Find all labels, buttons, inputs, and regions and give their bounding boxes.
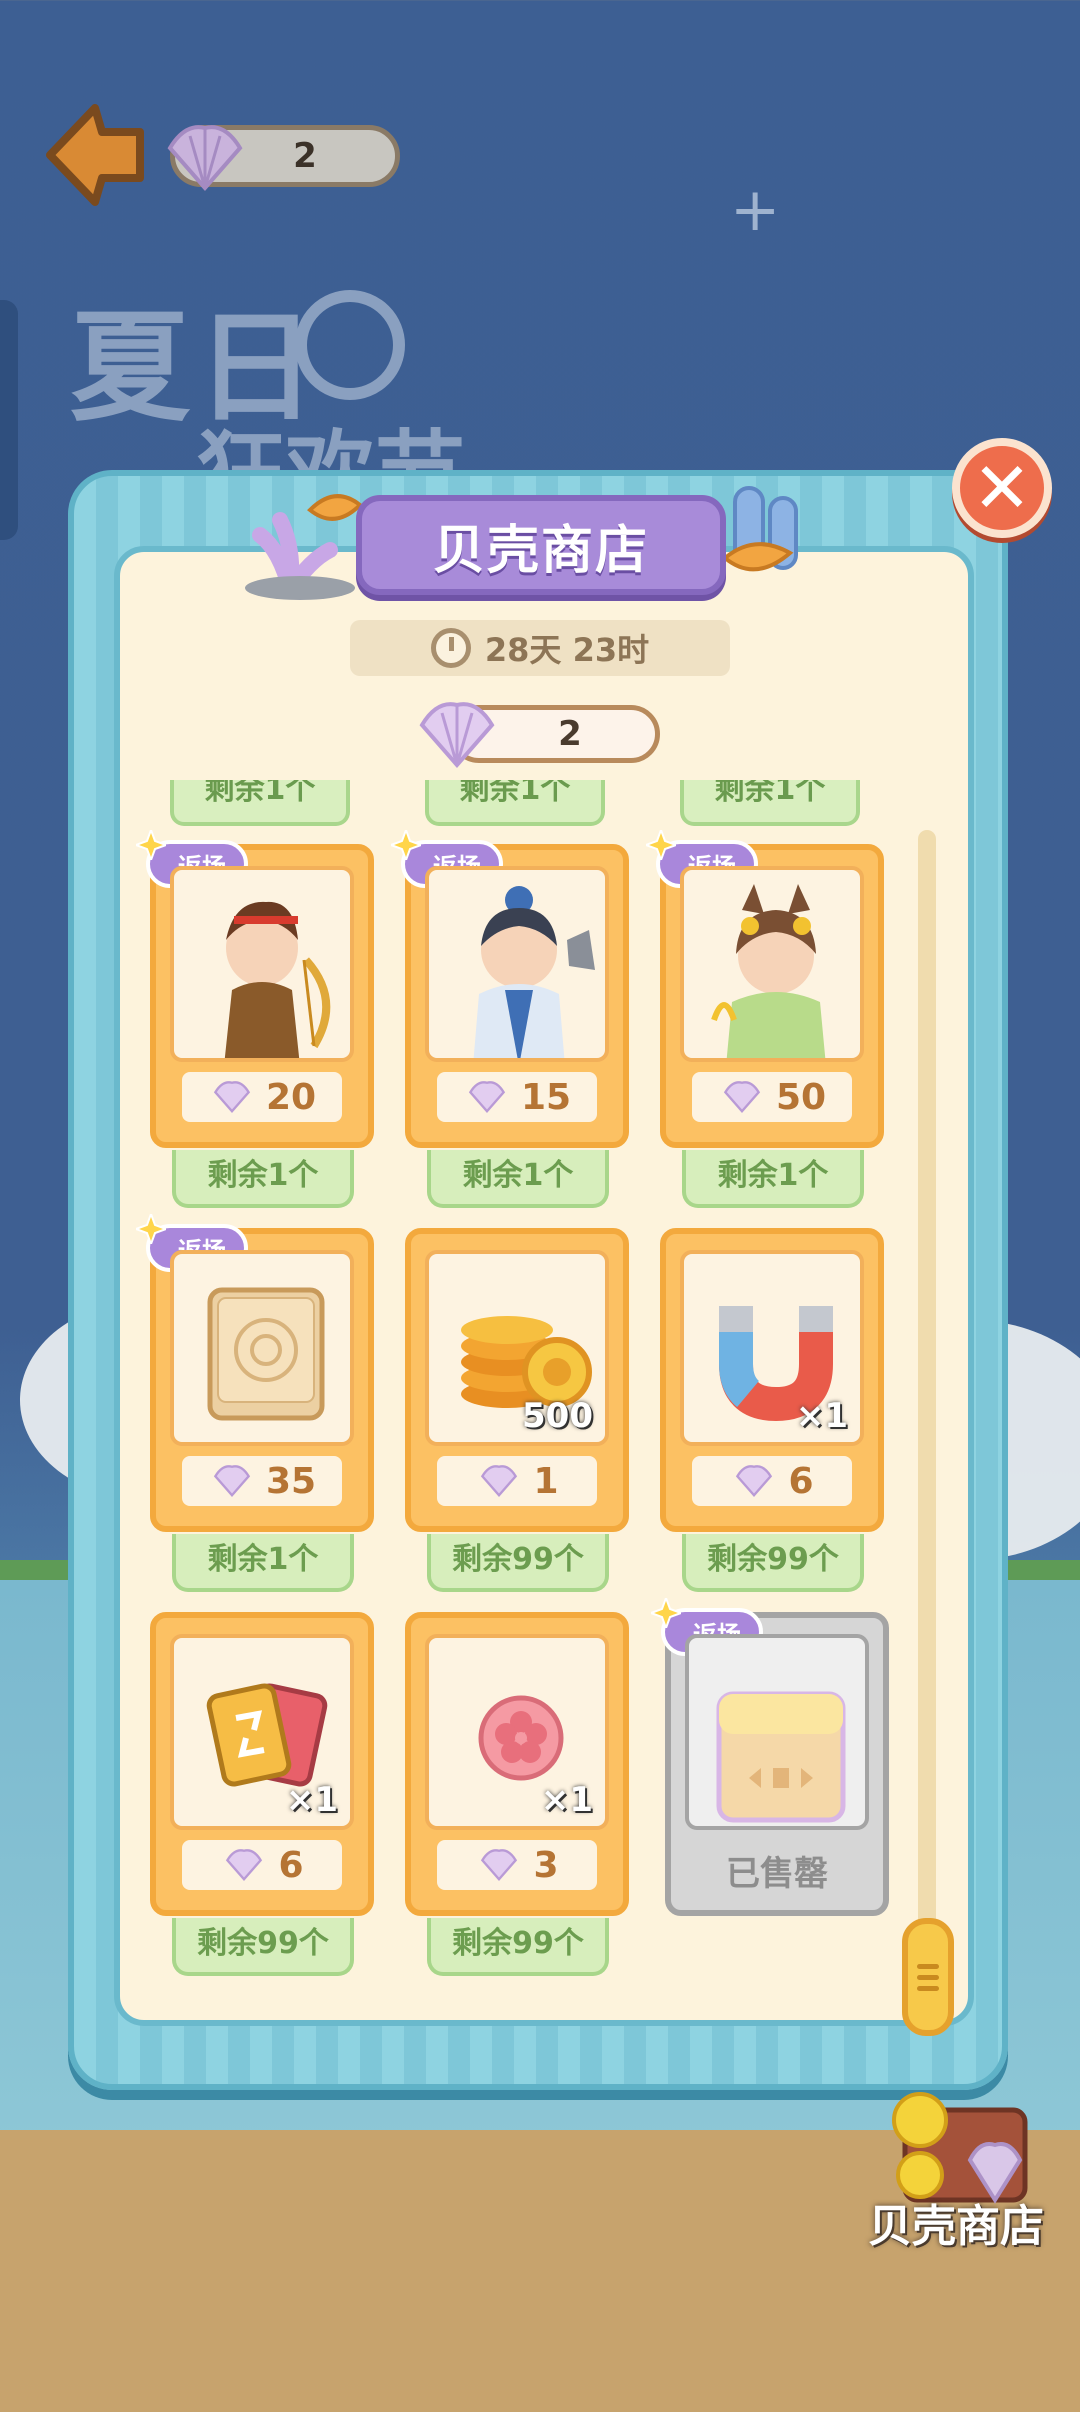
item-price: 15: [437, 1072, 597, 1122]
shell-icon: [160, 118, 250, 198]
fish-coral-icon: [721, 486, 798, 572]
star-icon: [651, 1598, 681, 1628]
remaining-label: 剩余1个: [427, 1150, 609, 1208]
item-price: 6: [182, 1840, 342, 1890]
shop-item-gold-coins[interactable]: 500 1 剩余99个: [405, 1228, 629, 1592]
sold-out-label: 已售罄: [726, 1854, 828, 1894]
shop-title-banner: 贝壳商店: [356, 495, 726, 595]
item-image: [170, 866, 354, 1062]
shop-item-tile-skin-sold-out: 返场 已售罄: [651, 1598, 889, 1916]
item-image: [680, 866, 864, 1062]
remaining-label: 剩余1个: [172, 1150, 354, 1208]
item-count: 500: [522, 1396, 593, 1436]
remaining-label: 剩余99个: [682, 1534, 864, 1592]
back-arrow-icon: [46, 104, 144, 206]
shop-title: 贝壳商店: [432, 520, 649, 581]
item-count: ×1: [795, 1396, 848, 1436]
remaining-label: 剩余1个: [680, 780, 860, 826]
shell-icon: [213, 1081, 251, 1114]
sun-icon: [295, 290, 405, 400]
shop-item-pattern-tile[interactable]: 返场 35 剩余1个: [136, 1214, 374, 1592]
remaining-label: 剩余1个: [172, 1534, 354, 1592]
scrollbar-track[interactable]: [918, 830, 936, 1950]
shell-icon: [468, 1081, 506, 1114]
star-icon: [391, 830, 421, 860]
side-tab[interactable]: [0, 300, 18, 540]
item-price: 35: [182, 1456, 342, 1506]
shop-item-magnet[interactable]: ×1 6 剩余99个: [660, 1228, 884, 1592]
shell-icon: [226, 1849, 263, 1882]
star-icon: [136, 1214, 166, 1244]
shop-entry-button[interactable]: 贝壳商店: [868, 2190, 1044, 2254]
item-price: 3: [437, 1840, 597, 1890]
close-button[interactable]: ✕: [952, 438, 1052, 538]
shell-icon: [481, 1849, 518, 1882]
shell-icon: [481, 1465, 518, 1498]
shop-item-shuffle-cards[interactable]: ×1 6 剩余99个: [150, 1612, 374, 1976]
remaining-label: 剩余99个: [427, 1534, 609, 1592]
shop-item-flower-girl-hero[interactable]: 返场 50 剩余1个: [646, 830, 884, 1208]
item-image: [685, 1634, 869, 1830]
item-price: 1: [437, 1456, 597, 1506]
remaining-label: 剩余1个: [425, 780, 605, 826]
remaining-label: 剩余1个: [170, 780, 350, 826]
shop-item-blue-hero[interactable]: 返场 15 剩余1个: [391, 830, 629, 1208]
shell-icon: [412, 695, 502, 775]
back-button[interactable]: [40, 100, 150, 210]
shop-timer: 28天 23时: [350, 620, 730, 676]
item-image: [170, 1250, 354, 1446]
item-price: 20: [182, 1072, 342, 1122]
star-icon: [646, 830, 676, 860]
remaining-label: 剩余99个: [427, 1918, 609, 1976]
clock-icon: [430, 628, 471, 668]
remaining-label: 剩余99个: [172, 1918, 354, 1976]
item-price: 50: [692, 1072, 852, 1122]
remaining-label: 剩余1个: [682, 1150, 864, 1208]
shop-item-flower-token[interactable]: ×1 3 剩余99个: [405, 1612, 629, 1976]
item-count: ×1: [285, 1780, 338, 1820]
item-price: 6: [692, 1456, 852, 1506]
timer-text: 28天 23时: [484, 631, 650, 669]
item-image: ×1: [425, 1634, 609, 1830]
close-icon: ✕: [972, 447, 1032, 529]
shell-icon: [723, 1081, 761, 1114]
item-image: ×1: [680, 1250, 864, 1446]
item-count: ×1: [540, 1780, 593, 1820]
coral-icon: [245, 494, 363, 600]
shell-icon: [736, 1465, 773, 1498]
star-icon: [136, 830, 166, 860]
scrollbar-thumb[interactable]: [902, 1918, 954, 2036]
shop-item-archer-hero[interactable]: 返场 20 剩余1个: [136, 830, 374, 1208]
sparkle-icon: +: [730, 175, 781, 245]
shell-icon: [213, 1465, 251, 1498]
item-image: ×1: [170, 1634, 354, 1830]
item-image: 500: [425, 1250, 609, 1446]
item-image: [425, 866, 609, 1062]
